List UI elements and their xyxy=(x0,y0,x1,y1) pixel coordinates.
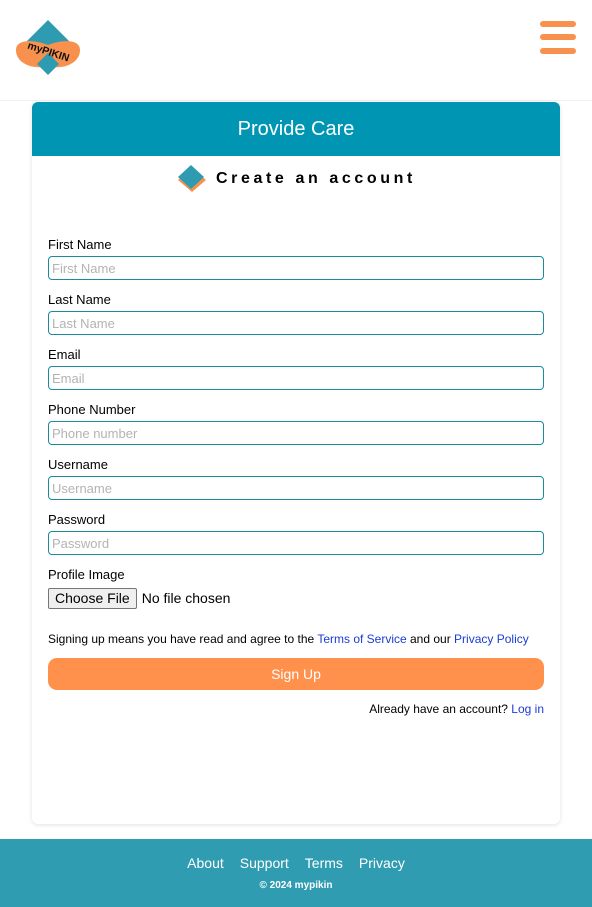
login-prompt-text: Already have an account? xyxy=(369,702,512,716)
login-prompt: Already have an account? Log in xyxy=(369,702,544,716)
terms-prefix: Signing up means you have read and agree… xyxy=(48,632,318,646)
terms-of-service-link[interactable]: Terms of Service xyxy=(317,632,406,646)
username-input[interactable] xyxy=(48,476,544,500)
file-picker: Choose File No file chosen xyxy=(48,587,230,609)
phone-label: Phone Number xyxy=(48,402,136,417)
first-name-group: First Name xyxy=(48,237,544,280)
diamond-icon xyxy=(178,165,207,192)
sign-up-button[interactable]: Sign Up xyxy=(48,658,544,690)
password-label: Password xyxy=(48,512,106,527)
card-title: Provide Care xyxy=(32,102,560,156)
footer-link-support[interactable]: Support xyxy=(240,855,289,871)
signup-card: Provide Care Create an account First Nam… xyxy=(32,102,560,824)
username-label: Username xyxy=(48,457,108,472)
first-name-input[interactable] xyxy=(48,256,544,280)
phone-group: Phone Number xyxy=(48,402,544,445)
last-name-input[interactable] xyxy=(48,311,544,335)
profile-image-group: Profile Image xyxy=(48,567,544,583)
terms-middle: and our xyxy=(406,632,455,646)
email-label: Email xyxy=(48,347,81,362)
log-in-link[interactable]: Log in xyxy=(511,702,544,716)
terms-notice: Signing up means you have read and agree… xyxy=(48,632,548,646)
footer-link-privacy[interactable]: Privacy xyxy=(359,855,405,871)
choose-file-button[interactable]: Choose File xyxy=(48,587,137,609)
site-header: myPIKIN xyxy=(0,0,592,101)
last-name-group: Last Name xyxy=(48,292,544,335)
privacy-policy-link[interactable]: Privacy Policy xyxy=(454,632,529,646)
footer-link-terms[interactable]: Terms xyxy=(305,855,343,871)
email-input[interactable] xyxy=(48,366,544,390)
first-name-label: First Name xyxy=(48,237,112,252)
create-account-heading: Create an account xyxy=(32,164,560,194)
phone-input[interactable] xyxy=(48,421,544,445)
profile-image-label: Profile Image xyxy=(48,567,125,582)
subtitle-text: Create an account xyxy=(216,170,416,187)
copyright-text: © 2024 mypikin xyxy=(259,880,333,891)
password-group: Password xyxy=(48,512,544,555)
mypikin-logo[interactable]: myPIKIN xyxy=(14,20,82,76)
site-footer: About Support Terms Privacy © 2024 mypik… xyxy=(0,839,592,907)
footer-nav: About Support Terms Privacy xyxy=(0,855,592,871)
email-group: Email xyxy=(48,347,544,390)
password-input[interactable] xyxy=(48,531,544,555)
file-status-text: No file chosen xyxy=(141,590,231,606)
hamburger-menu-icon[interactable] xyxy=(540,21,576,54)
username-group: Username xyxy=(48,457,544,500)
footer-link-about[interactable]: About xyxy=(187,855,224,871)
last-name-label: Last Name xyxy=(48,292,111,307)
